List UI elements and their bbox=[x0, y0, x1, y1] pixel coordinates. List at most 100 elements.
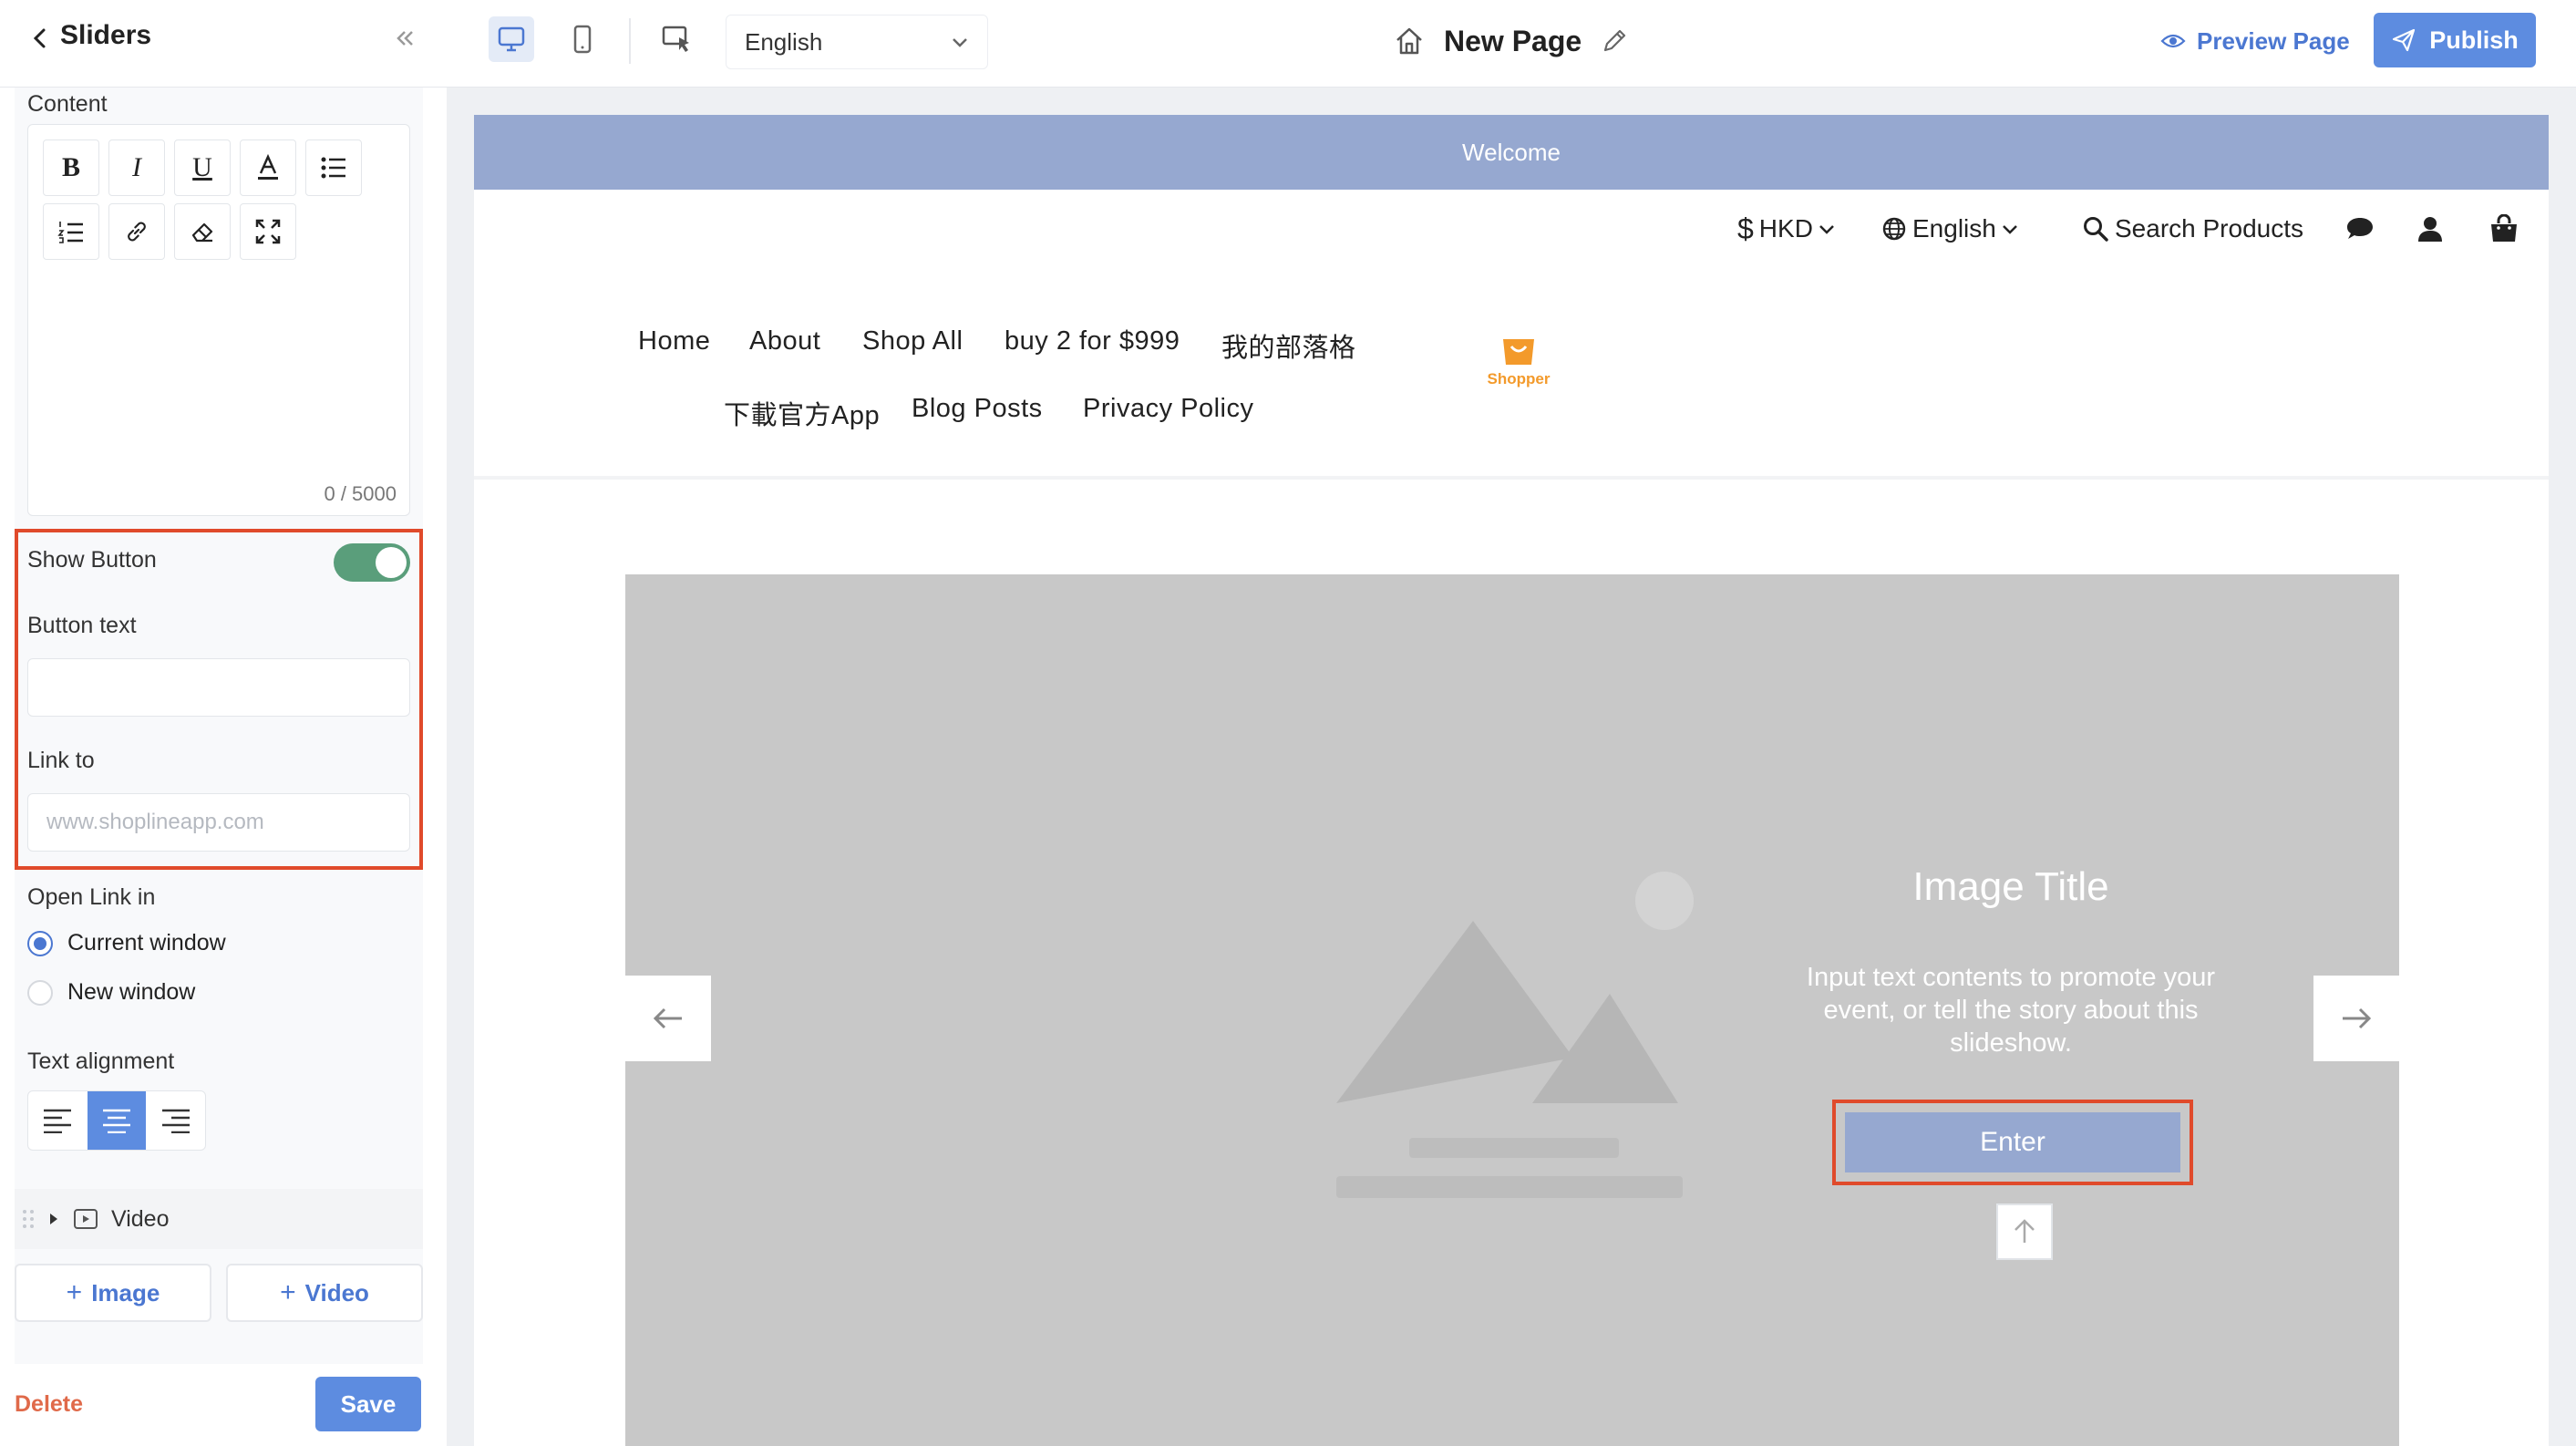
link-url-input[interactable] bbox=[27, 793, 410, 852]
preview-canvas: Welcome $ HKD English Search Products Ho… bbox=[447, 88, 2576, 1446]
panel-title: Sliders bbox=[60, 20, 152, 50]
back-to-top-button[interactable] bbox=[1996, 1203, 2053, 1260]
text-color-button[interactable] bbox=[240, 139, 296, 196]
page-name: New Page bbox=[1444, 24, 1582, 57]
search-products[interactable]: Search Products bbox=[2082, 206, 2303, 252]
eraser-icon bbox=[191, 222, 213, 243]
save-button[interactable]: Save bbox=[315, 1377, 421, 1431]
home-icon bbox=[1396, 27, 1422, 55]
chevron-down-icon bbox=[1819, 225, 1834, 234]
mobile-view-button[interactable] bbox=[560, 16, 605, 62]
storefront-language-selector[interactable]: English bbox=[1881, 206, 2018, 252]
numbered-list-button[interactable] bbox=[43, 203, 99, 260]
nav-link-about[interactable]: About bbox=[749, 326, 820, 356]
nav-link-promo[interactable]: buy 2 for $999 bbox=[1005, 326, 1180, 356]
arrow-right-icon bbox=[2343, 1007, 2372, 1029]
language-select[interactable]: English bbox=[726, 15, 988, 69]
italic-button[interactable]: I bbox=[108, 139, 165, 196]
button-text-label: Button text bbox=[27, 613, 137, 638]
toolbar-divider bbox=[629, 18, 631, 64]
chat-button[interactable] bbox=[2344, 206, 2375, 252]
align-left-button[interactable] bbox=[28, 1091, 88, 1150]
caret-right-icon[interactable] bbox=[47, 1212, 60, 1226]
video-slide-item[interactable]: Video bbox=[15, 1189, 423, 1249]
arrow-up-icon bbox=[2014, 1219, 2035, 1243]
show-button-toggle[interactable] bbox=[334, 543, 410, 582]
globe-icon bbox=[1882, 217, 1906, 241]
paper-plane-icon bbox=[2393, 28, 2416, 52]
desktop-icon bbox=[498, 26, 525, 52]
currency-selector[interactable]: $ HKD bbox=[1737, 206, 1835, 252]
fullscreen-button[interactable] bbox=[240, 203, 296, 260]
delete-button[interactable]: Delete bbox=[15, 1391, 83, 1418]
radio-new-window[interactable]: New window bbox=[27, 979, 195, 1006]
nav-link-home[interactable]: Home bbox=[638, 326, 710, 356]
select-element-button[interactable] bbox=[654, 16, 700, 62]
bullet-list-icon bbox=[321, 157, 345, 179]
radio-current-window-label: Current window bbox=[67, 930, 226, 955]
clear-format-button[interactable] bbox=[174, 203, 231, 260]
slide-description: Input text contents to promote your even… bbox=[1806, 963, 2216, 1058]
back-arrow-icon[interactable] bbox=[22, 20, 58, 57]
language-select-value: English bbox=[745, 27, 823, 56]
fullscreen-icon bbox=[255, 219, 281, 244]
numbered-list-icon bbox=[57, 222, 83, 243]
preview-page-button[interactable]: Preview Page bbox=[2160, 20, 2350, 62]
account-button[interactable] bbox=[2416, 206, 2445, 252]
add-image-button[interactable]: + Image bbox=[15, 1264, 211, 1322]
align-left-icon bbox=[44, 1109, 72, 1133]
nav-link-blog-posts[interactable]: Blog Posts bbox=[912, 394, 1043, 424]
link-to-label: Link to bbox=[27, 748, 95, 773]
insert-link-button[interactable] bbox=[108, 203, 165, 260]
add-video-button[interactable]: + Video bbox=[226, 1264, 423, 1322]
nav-link-blog-zh[interactable]: 我的部落格 bbox=[1221, 326, 1356, 365]
button-text-input[interactable] bbox=[27, 658, 410, 717]
currency-value: HKD bbox=[1758, 214, 1813, 243]
video-icon bbox=[74, 1209, 98, 1229]
text-alignment-group bbox=[27, 1090, 206, 1151]
align-center-button[interactable] bbox=[87, 1091, 147, 1150]
underline-button[interactable]: U bbox=[174, 139, 231, 196]
add-video-label: Video bbox=[304, 1278, 369, 1307]
bold-button[interactable]: B bbox=[43, 139, 99, 196]
slider-prev-button[interactable] bbox=[625, 976, 711, 1061]
arrow-left-icon bbox=[653, 1007, 682, 1029]
text-alignment-label: Text alignment bbox=[27, 1048, 175, 1074]
rich-text-editor[interactable]: B I U 0 / 5000 bbox=[27, 124, 410, 516]
open-link-label: Open Link in bbox=[27, 884, 156, 910]
settings-panel: Content B I U 0 / 5000 Show Button Butto… bbox=[0, 88, 447, 1446]
bullet-list-button[interactable] bbox=[305, 139, 362, 196]
edit-pencil-icon[interactable] bbox=[1600, 26, 1629, 56]
publish-button[interactable]: Publish bbox=[2374, 13, 2536, 67]
mobile-icon bbox=[573, 25, 592, 54]
align-right-icon bbox=[161, 1109, 190, 1133]
radio-current-window[interactable]: Current window bbox=[27, 930, 226, 956]
image-placeholder-icon bbox=[1336, 872, 1694, 1198]
drag-handle-icon[interactable] bbox=[22, 1208, 35, 1230]
nav-link-shop-all[interactable]: Shop All bbox=[862, 326, 963, 356]
nav-link-privacy[interactable]: Privacy Policy bbox=[1083, 394, 1254, 424]
storefront-page: Welcome $ HKD English Search Products Ho… bbox=[474, 115, 2549, 1446]
preview-page-label: Preview Page bbox=[2197, 26, 2350, 55]
shopping-bag-logo-icon bbox=[1503, 339, 1534, 365]
add-image-label: Image bbox=[91, 1278, 160, 1307]
eye-icon bbox=[2160, 34, 2186, 48]
cursor-select-icon bbox=[662, 26, 689, 52]
store-logo[interactable]: Shopper bbox=[1473, 334, 1564, 388]
collapse-panel-icon[interactable] bbox=[388, 22, 421, 55]
show-button-label: Show Button bbox=[27, 547, 157, 573]
slider-next-button[interactable] bbox=[2313, 976, 2399, 1061]
align-right-button[interactable] bbox=[146, 1091, 205, 1150]
radio-indicator bbox=[27, 979, 53, 1006]
plus-icon: + bbox=[66, 1277, 83, 1307]
desktop-view-button[interactable] bbox=[489, 16, 534, 62]
cart-button[interactable] bbox=[2488, 206, 2519, 252]
enter-button-highlight bbox=[1832, 1100, 2193, 1185]
user-icon bbox=[2418, 217, 2442, 242]
nav-link-app[interactable]: 下載官方App bbox=[724, 394, 880, 432]
image-slider[interactable]: Image Title Input text contents to promo… bbox=[625, 574, 2399, 1446]
announcement-bar[interactable]: Welcome bbox=[474, 115, 2549, 190]
radio-indicator-selected bbox=[27, 930, 53, 956]
text-color-icon bbox=[258, 153, 278, 180]
publish-label: Publish bbox=[2429, 26, 2519, 54]
